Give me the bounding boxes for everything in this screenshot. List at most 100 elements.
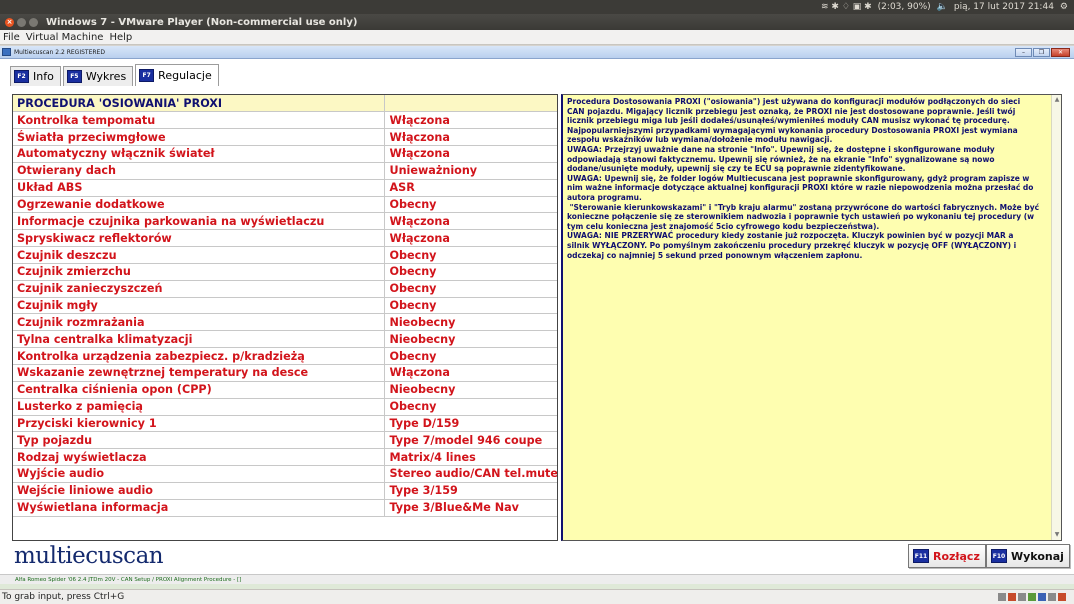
system-top-bar: ≋ ✱ ♢ ▣ ✱ (2:03, 90%) 🔈 pią, 17 lut 2017… [0,0,1074,14]
row-value[interactable]: Type 7/model 946 coupe [384,431,557,450]
message-icon[interactable] [1058,593,1066,601]
row-name: Kontrolka tempomatu [13,111,386,130]
row-name: Czujnik rozmrażania [13,313,386,332]
row-value[interactable]: Włączona [384,128,557,147]
row-value[interactable]: Stereo audio/CAN tel.mute [384,465,557,483]
row-value[interactable]: Obecny [384,347,557,365]
table-header: PROCEDURA 'OSIOWANIA' PROXI [13,95,386,113]
usb-icon[interactable] [1028,593,1036,601]
row-value[interactable]: Włączona [384,145,557,163]
row-name: Kontrolka urządzenia zabezpiecz. p/kradz… [13,347,386,365]
table-row[interactable]: Ogrzewanie dodatkowe Obecny [13,196,557,214]
tray-icons[interactable]: ≋ ✱ ♢ ▣ ✱ [821,2,872,12]
info-text: Procedura Dostosowania PROXI ("osiowania… [567,97,1040,260]
vmware-statusbar: To grab input, press Ctrl+G [0,589,1074,604]
disk-icon[interactable] [998,593,1006,601]
row-value[interactable]: Obecny [384,263,557,281]
table-row[interactable]: Rodzaj wyświetlacza Matrix/4 lines [13,448,557,467]
scroll-up-icon[interactable]: ▲ [1053,96,1061,104]
row-value[interactable]: Nieobecny [384,330,557,349]
tab-label: Regulacje [158,69,212,82]
tab-label: Info [33,70,54,83]
table-row[interactable]: Kontrolka tempomatu Włączona [13,111,557,130]
vmware-menu-bar: File Virtual Machine Help [0,30,1074,45]
row-name: Automatyczny włącznik świateł [13,145,386,163]
disconnect-button[interactable]: F11 Rozłącz [908,544,986,568]
menu-file[interactable]: File [3,32,20,43]
row-value[interactable]: Type 3/159 [384,482,557,500]
network-icon[interactable] [1018,593,1026,601]
table-row[interactable]: Typ pojazdu Type 7/model 946 coupe [13,431,557,450]
table-row[interactable]: Spryskiwacz reflektorów Włączona [13,229,557,248]
info-scrollbar[interactable]: ▲ ▼ [1051,95,1061,540]
table-row[interactable]: Kontrolka urządzenia zabezpiecz. p/kradz… [13,347,557,365]
row-value[interactable]: Włączona [384,229,557,248]
table-row[interactable]: Czujnik deszczu Obecny [13,246,557,264]
close-button[interactable]: ✕ [1051,48,1070,57]
row-name: Otwierany dach [13,162,386,180]
tab-regulacje[interactable]: F7 Regulacje [135,64,219,86]
clock[interactable]: pią, 17 lut 2017 21:44 [954,2,1054,12]
table-row[interactable]: Lusterko z pamięcią Obecny [13,398,557,416]
table-row[interactable]: Wejście liniowe audio Type 3/159 [13,482,557,500]
bluetooth-icon[interactable] [1038,593,1046,601]
row-name: Czujnik deszczu [13,246,386,264]
execute-button[interactable]: F10 Wykonaj [986,544,1070,568]
row-value[interactable]: Obecny [384,196,557,214]
table-row[interactable]: Wskazanie zewnętrznej temperatury na des… [13,364,557,382]
disconnect-label: Rozłącz [933,549,980,563]
table-row[interactable]: Światła przeciwmgłowe Włączona [13,128,557,147]
table-row[interactable]: Czujnik zmierzchu Obecny [13,263,557,281]
table-row[interactable]: Czujnik rozmrażania Nieobecny [13,313,557,332]
vmware-titlebar: × Windows 7 - VMware Player (Non-commerc… [0,14,1074,30]
row-value[interactable]: Włączona [384,111,557,130]
restore-button[interactable]: ❐ [1033,48,1050,57]
row-value[interactable]: Obecny [384,280,557,298]
row-value[interactable]: Type 3/Blue&Me Nav [384,499,557,517]
row-value[interactable]: ASR [384,179,557,197]
row-value[interactable]: Matrix/4 lines [384,448,557,467]
table-row[interactable]: Czujnik zanieczyszczeń Obecny [13,280,557,298]
tab-info[interactable]: F2 Info [10,66,61,86]
gear-icon[interactable]: ⚙ [1060,2,1068,12]
row-value[interactable]: Włączona [384,364,557,382]
table-row[interactable]: Tylna centralka klimatyzacji Nieobecny [13,330,557,349]
row-value[interactable]: Nieobecny [384,381,557,399]
table-row[interactable]: Przyciski kierownicy 1 Type D/159 [13,415,557,433]
row-value[interactable]: Obecny [384,398,557,416]
table-header-row[interactable]: PROCEDURA 'OSIOWANIA' PROXI [13,95,557,113]
row-name: Ogrzewanie dodatkowe [13,196,386,214]
cd-icon[interactable] [1008,593,1016,601]
sound-icon[interactable] [1048,593,1056,601]
row-name: Układ ABS [13,179,386,197]
table-row[interactable]: Otwierany dach Unieważniony [13,162,557,180]
table-row[interactable]: Informacje czujnika parkowania na wyświe… [13,212,557,231]
row-name: Centralka ciśnienia opon (CPP) [13,381,386,399]
row-value[interactable]: Type D/159 [384,415,557,433]
maximize-window-icon[interactable] [29,17,38,27]
row-name: Wyjście audio [13,465,386,483]
menu-virtual-machine[interactable]: Virtual Machine [26,32,104,43]
table-row[interactable]: Centralka ciśnienia opon (CPP) Nieobecny [13,381,557,399]
table-row[interactable]: Wyjście audio Stereo audio/CAN tel.mute [13,465,557,483]
procedure-table[interactable]: PROCEDURA 'OSIOWANIA' PROXI Kontrolka te… [12,94,558,541]
minimize-window-icon[interactable] [17,17,26,27]
row-value[interactable]: Obecny [384,246,557,264]
row-value[interactable]: Nieobecny [384,313,557,332]
volume-icon[interactable]: 🔈 [937,2,948,12]
table-row[interactable]: Wyświetlana informacja Type 3/Blue&Me Nav [13,499,557,517]
minimize-button[interactable]: – [1015,48,1032,57]
close-window-icon[interactable]: × [5,17,14,27]
tab-wykres[interactable]: F5 Wykres [62,66,134,86]
table-row[interactable]: Czujnik mgły Obecny [13,297,557,315]
row-value[interactable]: Obecny [384,297,557,315]
row-name: Czujnik zmierzchu [13,263,386,281]
table-row[interactable]: Automatyczny włącznik świateł Włączona [13,145,557,163]
status-line: Alfa Romeo Spider '06 2.4 JTDm 20V - CAN… [0,574,1074,584]
menu-help[interactable]: Help [109,32,132,43]
row-value[interactable]: Unieważniony [384,162,557,180]
battery-status[interactable]: (2:03, 90%) [878,2,931,12]
scroll-down-icon[interactable]: ▼ [1053,531,1061,539]
table-row[interactable]: Układ ABS ASR [13,179,557,197]
row-value[interactable]: Włączona [384,212,557,231]
